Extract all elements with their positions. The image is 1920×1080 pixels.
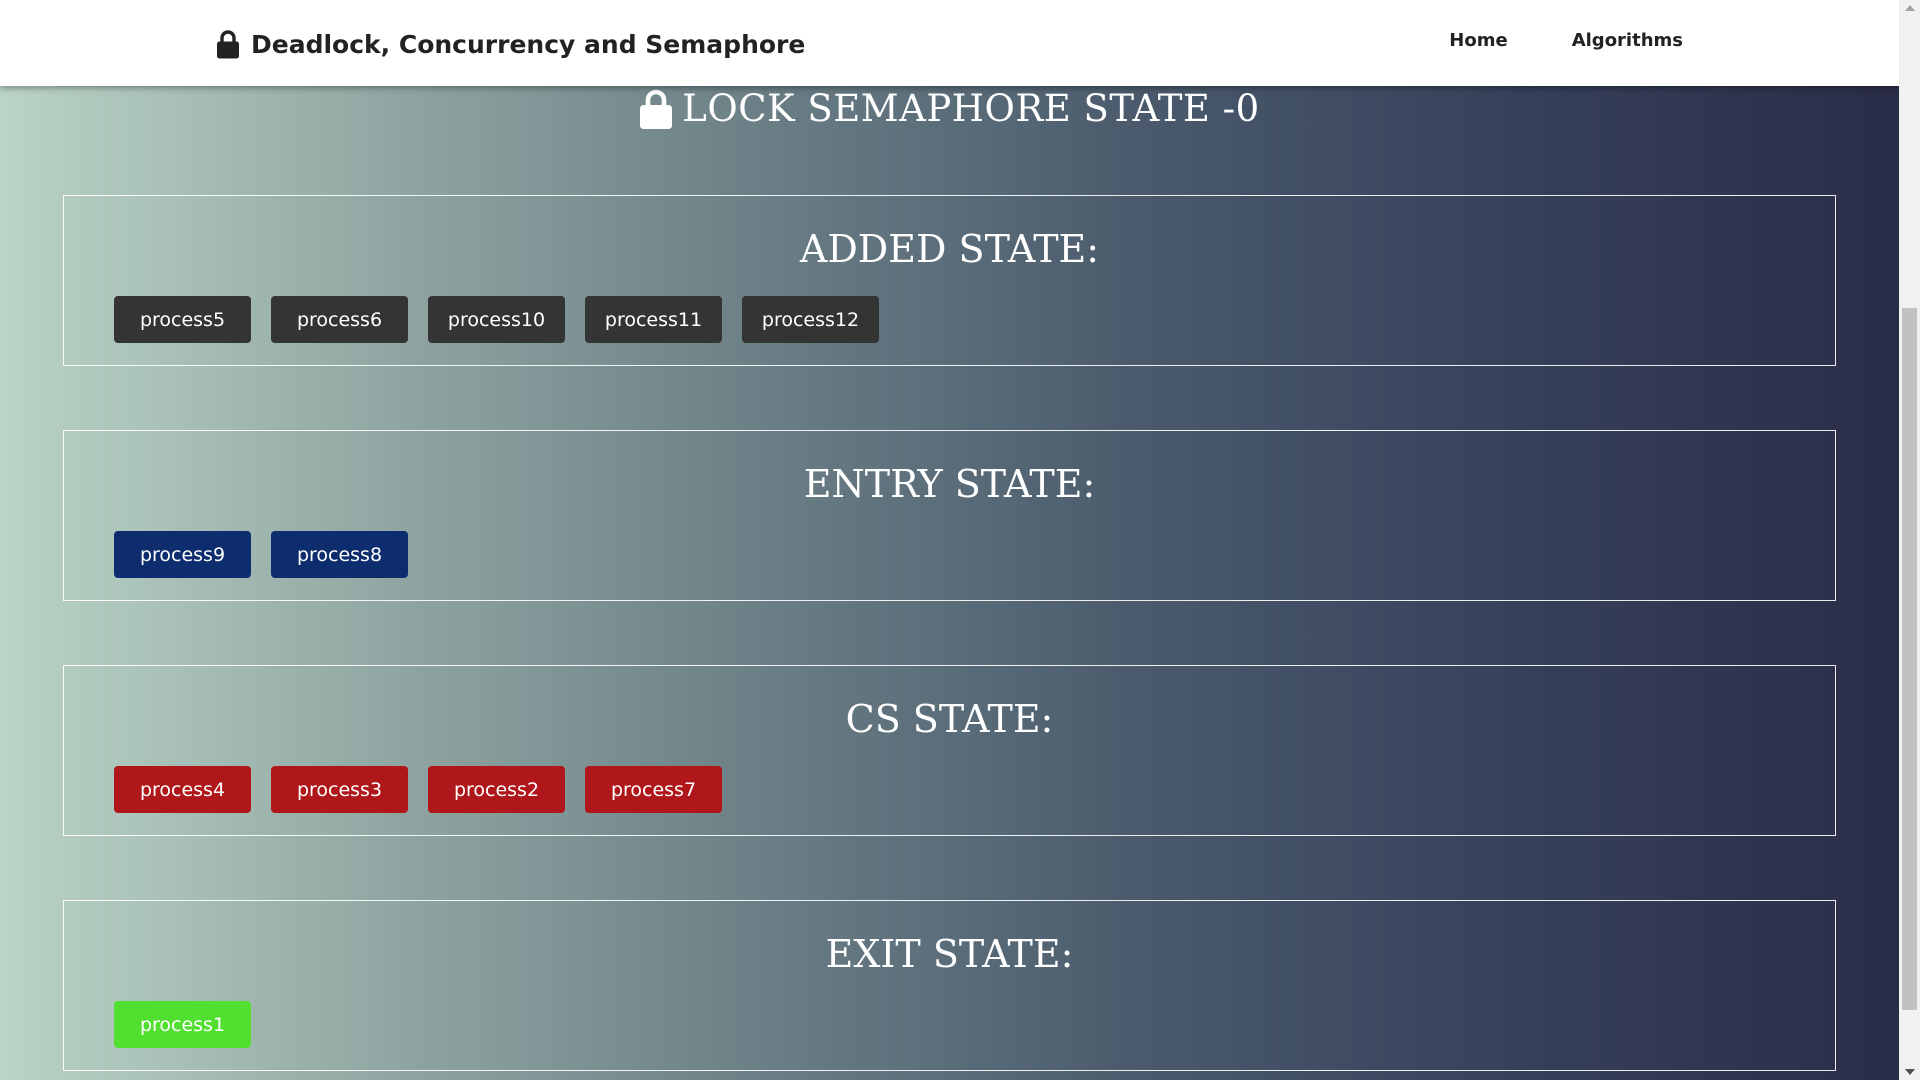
scroll-up-arrow-icon[interactable]	[1905, 5, 1915, 11]
entry-state-process-list: process9 process8	[114, 531, 408, 578]
semaphore-state-text: LOCK SEMAPHORE STATE -0	[682, 86, 1260, 130]
process-button[interactable]: process6	[271, 296, 408, 343]
vertical-scrollbar[interactable]	[1899, 0, 1920, 1080]
scrollbar-thumb[interactable]	[1902, 308, 1917, 1010]
exit-state-process-list: process1	[114, 1001, 251, 1048]
added-state-process-list: process5 process6 process10 process11 pr…	[114, 296, 879, 343]
brand[interactable]: Deadlock, Concurrency and Semaphore	[216, 26, 805, 62]
process-button[interactable]: process7	[585, 766, 722, 813]
lock-icon	[640, 89, 673, 129]
cs-state-process-list: process4 process3 process2 process7	[114, 766, 722, 813]
added-state-panel: ADDED STATE: process5 process6 process10…	[63, 195, 1836, 366]
nav-link-home[interactable]: Home	[1449, 30, 1507, 51]
process-button[interactable]: process10	[428, 296, 565, 343]
scroll-down-arrow-icon[interactable]	[1905, 1069, 1915, 1075]
process-button[interactable]: process9	[114, 531, 251, 578]
entry-state-title: ENTRY STATE:	[803, 462, 1096, 506]
process-button[interactable]: process11	[585, 296, 722, 343]
brand-title: Deadlock, Concurrency and Semaphore	[251, 29, 806, 59]
process-button[interactable]: process1	[114, 1001, 251, 1048]
nav-link-algorithms[interactable]: Algorithms	[1572, 30, 1683, 51]
process-button[interactable]: process12	[742, 296, 879, 343]
process-button[interactable]: process4	[114, 766, 251, 813]
entry-state-panel: ENTRY STATE: process9 process8	[63, 430, 1836, 601]
exit-state-title: EXIT STATE:	[825, 932, 1074, 976]
cs-state-title: CS STATE:	[845, 697, 1054, 741]
process-button[interactable]: process2	[428, 766, 565, 813]
page-background: Deadlock, Concurrency and Semaphore Home…	[0, 0, 1899, 1080]
process-button[interactable]: process5	[114, 296, 251, 343]
exit-state-panel: EXIT STATE: process1	[63, 900, 1836, 1071]
process-button[interactable]: process3	[271, 766, 408, 813]
semaphore-state-heading: LOCK SEMAPHORE STATE -0	[0, 86, 1899, 130]
nav-links: Home Algorithms	[1449, 30, 1683, 51]
process-button[interactable]: process8	[271, 531, 408, 578]
navbar: Deadlock, Concurrency and Semaphore Home…	[0, 0, 1899, 86]
added-state-title: ADDED STATE:	[799, 227, 1100, 271]
cs-state-panel: CS STATE: process4 process3 process2 pro…	[63, 665, 1836, 836]
lock-icon	[217, 30, 239, 59]
